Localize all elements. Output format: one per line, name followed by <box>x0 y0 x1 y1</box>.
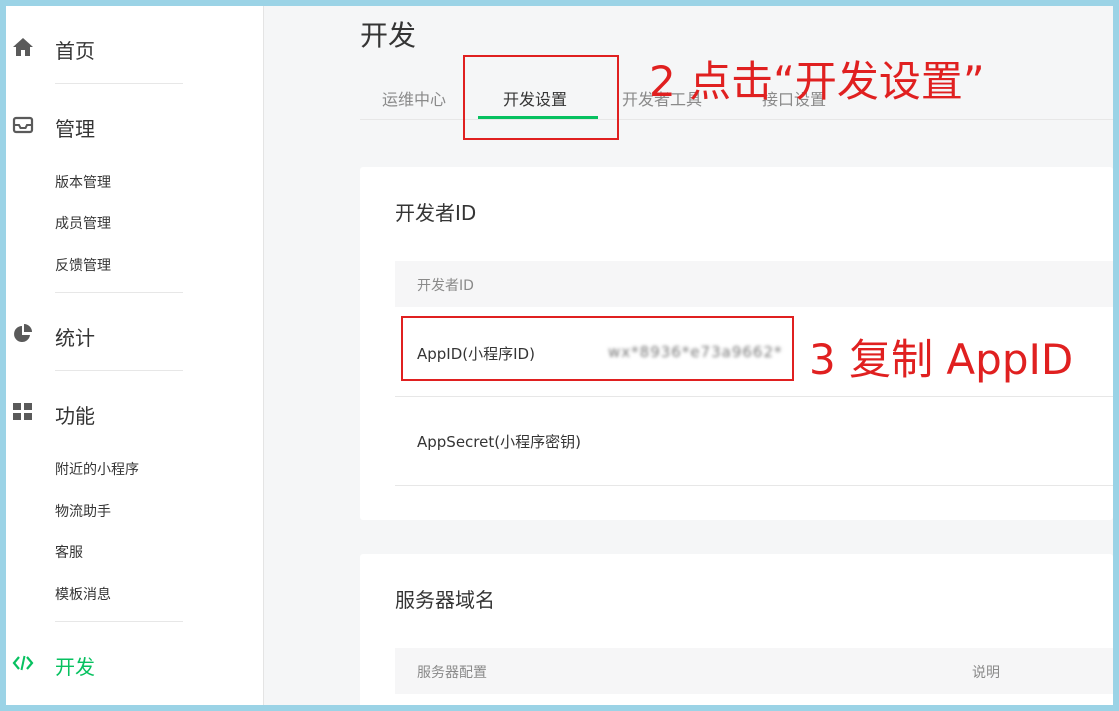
sidebar-item-versions[interactable]: 版本管理 <box>55 172 111 192</box>
sidebar-item-dev-label: 开发 <box>55 655 95 679</box>
sidebar-item-logistics[interactable]: 物流助手 <box>55 501 111 521</box>
sidebar-divider <box>55 83 183 84</box>
page-title: 开发 <box>360 19 417 52</box>
sidebar-item-manage-label: 管理 <box>55 117 95 141</box>
home-icon <box>13 38 33 56</box>
server-domain-table-header: 服务器配置 说明 <box>395 648 1113 694</box>
app-frame: 首页 管理 版本管理 成员管理 反馈管理 统计 功能 附近的小程序 物流助手 客… <box>6 6 1113 705</box>
sidebar-divider <box>55 621 183 622</box>
sidebar: 首页 管理 版本管理 成员管理 反馈管理 统计 功能 附近的小程序 物流助手 客… <box>6 6 264 705</box>
sidebar-item-template-messages[interactable]: 模板消息 <box>55 584 111 604</box>
sidebar-divider <box>55 370 183 371</box>
appsecret-label: AppSecret(小程序密钥) <box>417 433 581 451</box>
tab-ops-center[interactable]: 运维中心 <box>382 86 446 110</box>
description-header: 说明 <box>972 665 1000 681</box>
pie-chart-icon <box>14 324 32 342</box>
sidebar-item-stats-label: 统计 <box>55 326 95 350</box>
table-row-appsecret: AppSecret(小程序密钥) <box>395 396 1113 486</box>
annotation-box-dev-settings <box>463 55 619 140</box>
server-domain-card: 服务器域名 服务器配置 说明 <box>360 554 1113 705</box>
developer-id-card-title: 开发者ID <box>395 201 477 225</box>
server-config-header: 服务器配置 <box>417 665 487 681</box>
sidebar-item-features[interactable]: 功能 <box>6 397 263 428</box>
inbox-icon <box>12 116 34 134</box>
developer-id-table-header: 开发者ID <box>395 261 1113 307</box>
developer-id-header-label: 开发者ID <box>417 278 474 294</box>
sidebar-item-home-label: 首页 <box>55 39 95 63</box>
sidebar-item-members[interactable]: 成员管理 <box>55 213 111 233</box>
sidebar-item-manage[interactable]: 管理 <box>6 110 263 141</box>
annotation-step2: 2 点击“开发设置” <box>649 57 985 106</box>
annotation-step3: 3 复制 AppID <box>809 335 1074 384</box>
grid-icon <box>13 403 32 420</box>
sidebar-divider <box>55 292 183 293</box>
sidebar-item-dev[interactable]: 开发 <box>6 648 263 679</box>
sidebar-item-home[interactable]: 首页 <box>6 32 263 63</box>
sidebar-item-customer-service[interactable]: 客服 <box>55 542 83 562</box>
server-domain-card-title: 服务器域名 <box>395 588 495 612</box>
sidebar-item-features-label: 功能 <box>55 404 95 428</box>
sidebar-item-nearby[interactable]: 附近的小程序 <box>55 459 139 479</box>
sidebar-item-feedback[interactable]: 反馈管理 <box>55 255 111 275</box>
annotation-box-appid <box>401 316 794 381</box>
sidebar-item-stats[interactable]: 统计 <box>6 319 263 350</box>
code-icon <box>12 655 34 671</box>
